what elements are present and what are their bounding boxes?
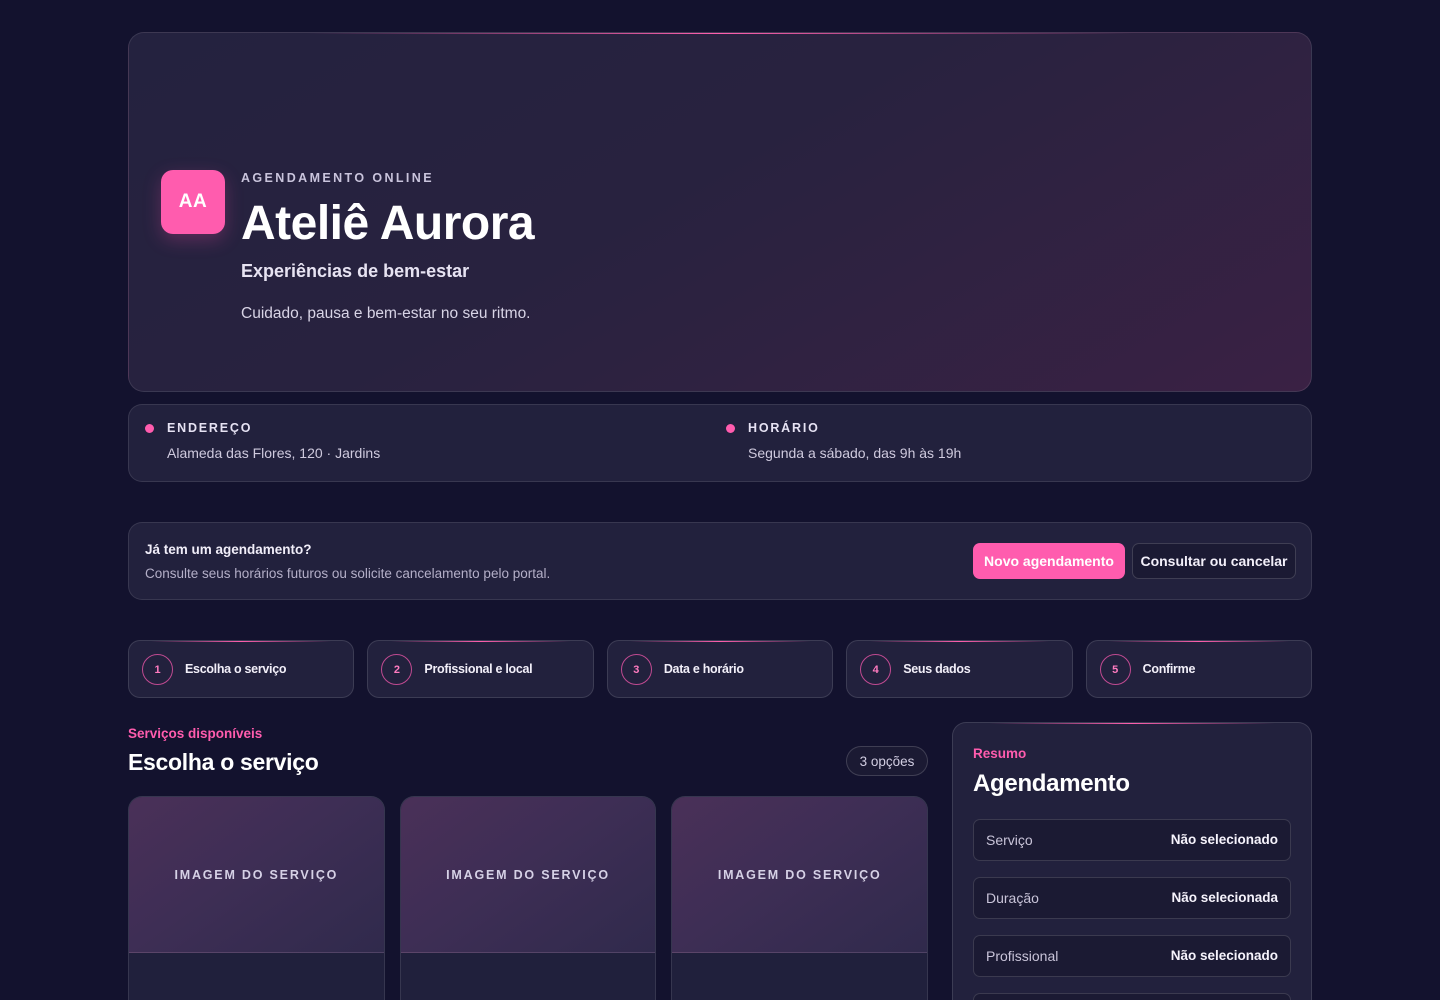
service-image-placeholder: IMAGEM DO SERVIÇO <box>400 797 656 953</box>
services-eyebrow: Serviços disponíveis <box>128 726 263 741</box>
summary-eyebrow: Resumo <box>973 746 1027 761</box>
new-appointment-button[interactable]: Novo agendamento <box>973 543 1125 579</box>
service-image-placeholder: IMAGEM DO SERVIÇO <box>672 797 928 953</box>
step-number: 1 <box>142 654 173 685</box>
lookup-cancel-button[interactable]: Consultar ou cancelar <box>1132 543 1296 579</box>
step-number: 4 <box>860 654 892 685</box>
booking-summary: Resumo Agendamento Serviço Não seleciona… <box>952 722 1312 1000</box>
services-count-badge: 3 opções <box>846 746 928 776</box>
hero-description: Cuidado, pausa e bem-estar no seu ritmo. <box>241 305 531 322</box>
step-label: Escolha o serviço <box>185 662 287 676</box>
services-title: Escolha o serviço <box>128 749 319 775</box>
step-label: Data e horário <box>663 662 744 676</box>
service-image-label: IMAGEM DO SERVIÇO <box>717 867 882 882</box>
summary-row-next <box>973 993 1291 1000</box>
main-content: Serviços disponíveis Escolha o serviço 3… <box>128 722 1312 1000</box>
service-card[interactable]: IMAGEM DO SERVIÇO <box>399 796 657 1000</box>
summary-row-service: Serviço Não selecionado <box>973 819 1291 861</box>
step-choose-service[interactable]: 1 Escolha o serviço <box>128 640 355 698</box>
service-card[interactable]: IMAGEM DO SERVIÇO <box>128 796 385 1000</box>
page-container: AA AGENDAMENTO ONLINE Ateliê Aurora Expe… <box>128 32 1313 1000</box>
step-your-data[interactable]: 4 Seus dados <box>846 640 1073 698</box>
service-image-label: IMAGEM DO SERVIÇO <box>174 867 339 882</box>
service-card-list: IMAGEM DO SERVIÇO IMAGEM DO SERVIÇO IMAG… <box>128 796 929 1000</box>
summary-row-value: Não selecionada <box>1171 890 1278 905</box>
service-image-label: IMAGEM DO SERVIÇO <box>446 867 610 882</box>
brand-logo: AA <box>161 170 225 234</box>
existing-appointment-description: Consulte seus horários futuros ou solici… <box>145 566 551 581</box>
step-confirm[interactable]: 5 Confirme <box>1085 640 1313 698</box>
step-date-time[interactable]: 3 Data e horário <box>606 640 834 698</box>
address-label: ENDEREÇO <box>167 421 253 435</box>
summary-row-key: Profissional <box>986 948 1059 964</box>
step-number: 2 <box>381 654 413 685</box>
booking-steps: 1 Escolha o serviço 2 Profissional e loc… <box>128 640 1313 698</box>
service-card[interactable]: IMAGEM DO SERVIÇO <box>671 796 929 1000</box>
step-label: Confirme <box>1142 662 1196 676</box>
hours-value: Segunda a sábado, das 9h às 19h <box>748 445 962 461</box>
info-bar: ENDEREÇO Alameda das Flores, 120 · Jardi… <box>128 404 1312 482</box>
summary-row-key: Serviço <box>986 832 1033 848</box>
bullet-dot-icon <box>145 424 154 433</box>
bullet-dot-icon <box>726 424 735 433</box>
hero-eyebrow: AGENDAMENTO ONLINE <box>241 171 434 185</box>
service-image-placeholder: IMAGEM DO SERVIÇO <box>129 797 384 953</box>
hero-subtitle: Experiências de bem-estar <box>241 261 470 281</box>
summary-row-professional: Profissional Não selecionado <box>973 935 1291 977</box>
address-value: Alameda das Flores, 120 · Jardins <box>167 445 381 461</box>
existing-appointment-panel: Já tem um agendamento? Consulte seus hor… <box>128 522 1312 600</box>
step-number: 5 <box>1099 654 1131 685</box>
summary-row-key: Duração <box>986 890 1039 906</box>
summary-row-duration: Duração Não selecionada <box>973 877 1291 919</box>
existing-appointment-title: Já tem um agendamento? <box>145 542 312 557</box>
hero-banner: AA AGENDAMENTO ONLINE Ateliê Aurora Expe… <box>128 32 1312 392</box>
summary-row-value: Não selecionado <box>1170 948 1278 963</box>
summary-title: Agendamento <box>973 770 1130 797</box>
page-title: Ateliê Aurora <box>241 197 535 250</box>
step-label: Profissional e local <box>424 662 533 676</box>
step-label: Seus dados <box>903 662 971 676</box>
summary-row-value: Não selecionado <box>1170 832 1278 847</box>
step-number: 3 <box>620 654 652 685</box>
hours-label: HORÁRIO <box>748 421 820 435</box>
step-professional-location[interactable]: 2 Profissional e local <box>367 640 594 698</box>
